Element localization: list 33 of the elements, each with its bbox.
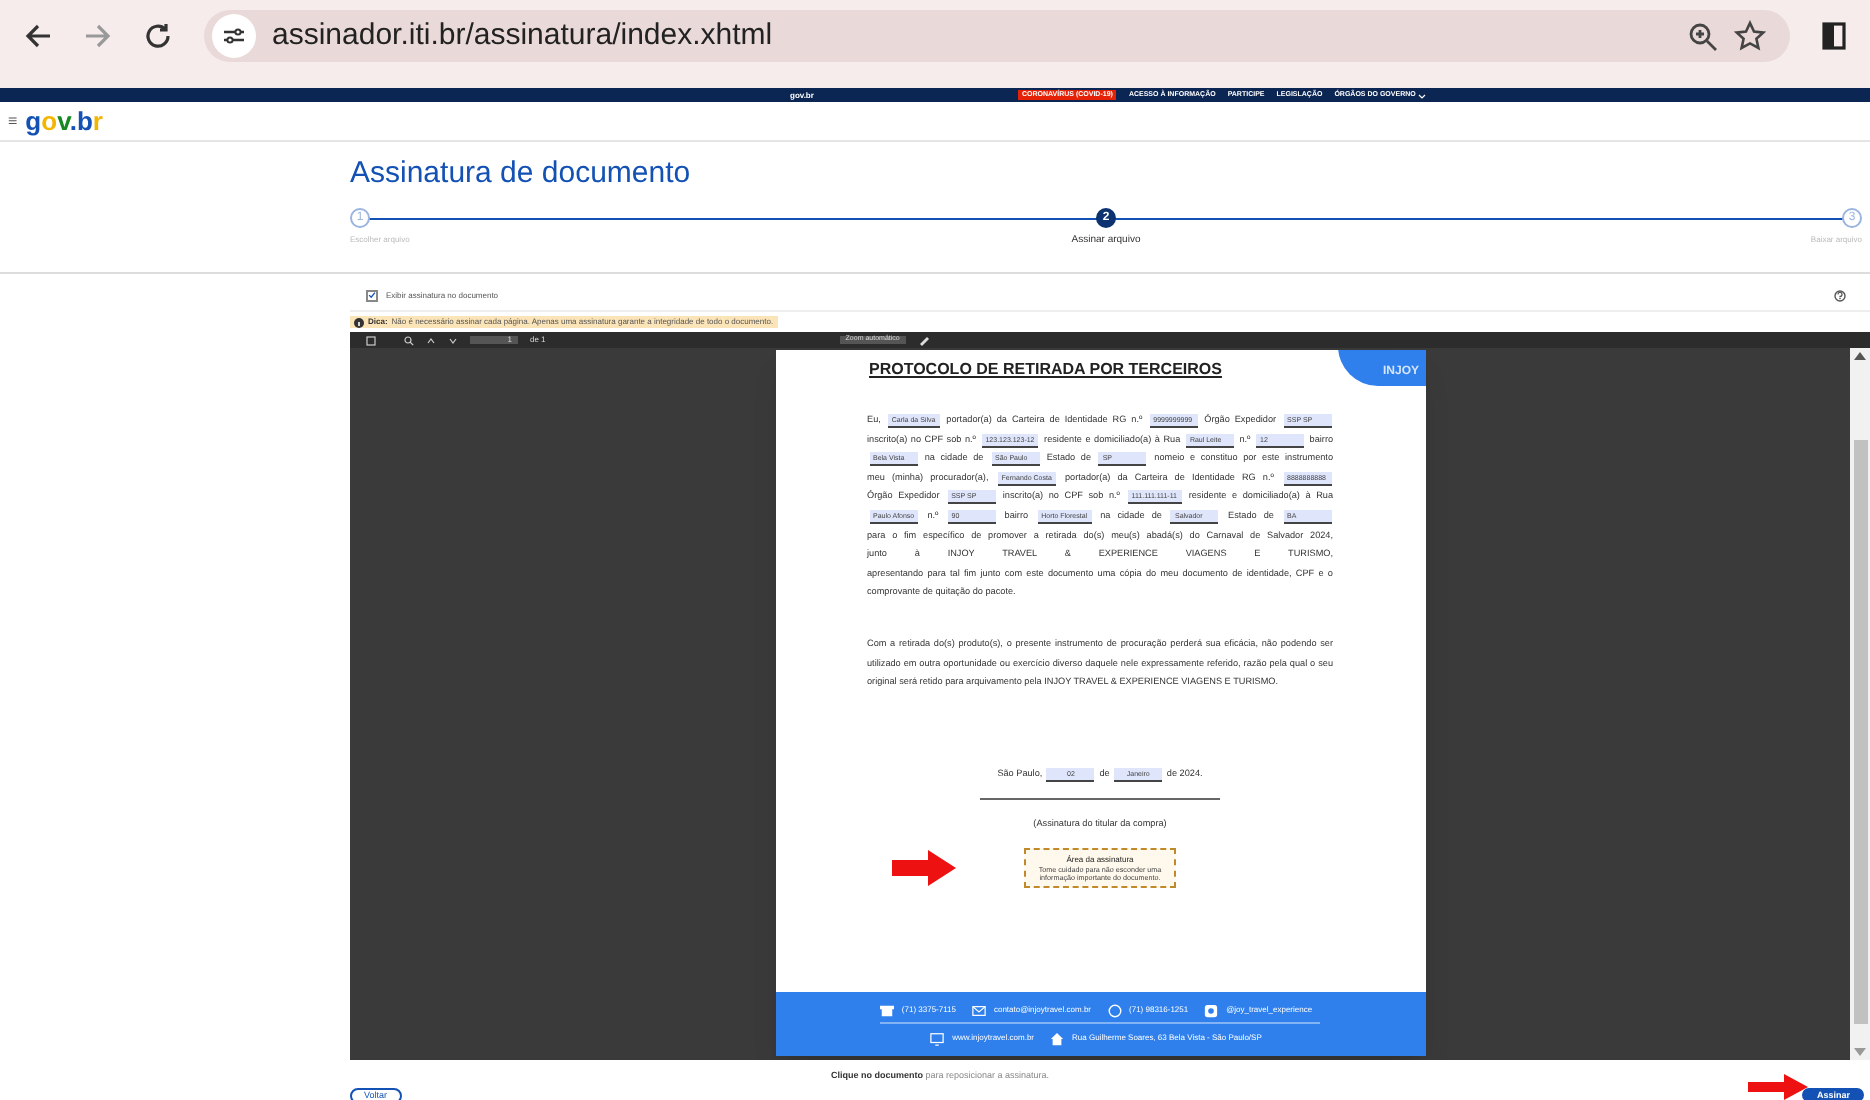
menu-icon[interactable]: ≡: [8, 109, 18, 133]
reload-icon[interactable]: [144, 22, 172, 50]
info-icon: [354, 317, 364, 327]
arrow-icon: [891, 849, 955, 886]
chevron-icon[interactable]: [1417, 91, 1426, 99]
sidebar-icon[interactable]: [366, 335, 376, 345]
url-text: assinador.iti.br/assinatura/index.xhtml: [272, 15, 773, 56]
scroll-thumb[interactable]: [1853, 440, 1867, 1024]
arrow-icon: [1748, 1074, 1808, 1100]
page-title: Assinatura de documento: [350, 158, 693, 188]
scrollbar[interactable]: [1850, 348, 1870, 1060]
house-icon: [1050, 1031, 1065, 1045]
scroll-up-icon[interactable]: [1854, 352, 1866, 360]
help-icon[interactable]: [1834, 289, 1846, 301]
back-icon[interactable]: [24, 22, 52, 50]
checkbox[interactable]: [366, 289, 378, 301]
monitor-icon: [930, 1031, 945, 1045]
camera-icon: [1204, 1003, 1219, 1017]
up-icon[interactable]: [426, 335, 436, 345]
govbr-logo[interactable]: gov.br: [25, 108, 103, 134]
zoom-icon[interactable]: [1688, 21, 1718, 51]
chat-icon: [1107, 1003, 1122, 1017]
draw-icon[interactable]: [917, 334, 930, 346]
document-page[interactable]: [775, 350, 1425, 1056]
down-icon[interactable]: [448, 335, 458, 345]
mail-icon: [971, 1003, 986, 1017]
phone-icon: [879, 1003, 894, 1017]
search-icon[interactable]: [404, 335, 414, 345]
address-bar[interactable]: assinador.iti.br/assinatura/index.xhtml: [204, 10, 1790, 62]
side-panel-icon[interactable]: [1822, 22, 1846, 50]
document-title: PROTOCOLO DE RETIRADA POR TERCEIROS: [869, 358, 1222, 382]
star-icon[interactable]: [1734, 20, 1766, 52]
site-info-icon[interactable]: [212, 14, 256, 58]
